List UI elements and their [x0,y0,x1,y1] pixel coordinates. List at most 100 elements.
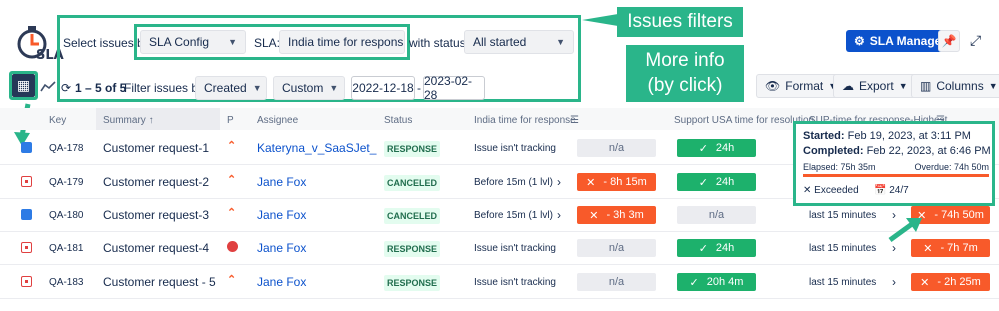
trend-icon[interactable] [40,80,56,92]
col-key[interactable]: Key [49,115,66,126]
columns-button[interactable]: ▥ Columns ▼ [911,74,999,98]
cloud-icon: ☁ [842,79,854,93]
elapsed-text: Elapsed: 75h 35m [803,162,876,172]
col-assignee[interactable]: Assignee [257,115,298,126]
usa-resolution-chip[interactable]: n/a [677,206,756,224]
refresh-icon[interactable]: ⟳ [61,81,71,95]
filter-by-select[interactable]: Created ▼ [195,76,267,100]
sla-label: SLA: [254,36,281,50]
check-icon: ✓ [698,176,708,189]
issue-key[interactable]: QA-181 [49,243,83,254]
with-status-label: with status: [409,36,470,50]
col-status[interactable]: Status [384,115,412,126]
sla-logo: SLA [14,22,64,64]
export-button[interactable]: ☁ Export ▼ [833,74,917,98]
close-icon: ✕ [920,276,930,289]
checkbox-checked[interactable] [21,142,32,153]
started-label: Started: [803,130,845,142]
usa-resolution-chip[interactable]: ✓ 24h [677,139,756,157]
india-response-chip[interactable]: n/a [577,139,656,157]
pin-icon: 📌 [941,34,957,48]
checkbox-checked[interactable] [21,209,32,220]
india-response-text: Issue isn't tracking [474,243,556,254]
close-icon: ✕ [803,185,812,196]
assignee-link[interactable]: Kateryna_v_SaaSJet_ [257,141,376,155]
assignee-link[interactable]: Jane Fox [257,275,306,289]
date-separator: - [417,81,421,95]
callout-pointer [582,14,618,26]
assignee-link[interactable]: Jane Fox [257,175,306,189]
col-india-response[interactable]: India time for response [474,115,576,126]
status-badge: RESPONSE [384,241,441,257]
more-info-callout: More info (by click) [626,45,744,102]
close-icon: ✕ [586,176,596,189]
table-row[interactable]: QA-181 Customer request-4 Jane Fox RESPONSE… [0,231,999,265]
issue-key[interactable]: QA-183 [49,277,83,288]
check-icon: ✓ [698,242,708,255]
completed-label: Completed: [803,145,864,157]
blocker-priority-icon [227,241,238,252]
calendar-icon: 📅 [874,185,887,196]
usa-resolution-chip[interactable]: ✓ 20h 4m [677,273,756,291]
status-badge: RESPONSE [384,141,441,157]
india-response-text: Issue isn't tracking [474,143,556,154]
issue-key[interactable]: QA-178 [49,143,83,154]
sup-response-text: last 15 minutes [809,210,877,221]
progress-bar [803,174,989,177]
sup-response-text: last 15 minutes [809,277,877,288]
issue-key[interactable]: QA-180 [49,210,83,221]
issue-type-icon[interactable] [21,276,32,287]
table-row[interactable]: QA-183 Customer request - 5 ⌃ Jane Fox RESPO… [0,265,999,299]
chevron-down-icon: ▼ [329,83,339,93]
india-response-chip[interactable]: n/a [577,239,656,257]
more-info-popup: Started: Feb 19, 2023, at 3:11 PM Comple… [793,121,995,206]
chevron-right-icon[interactable]: › [557,175,561,189]
close-icon: ✕ [589,209,599,222]
sup-response-text: last 15 minutes [809,243,877,254]
started-value: Feb 19, 2023, at 3:11 PM [847,130,971,142]
col-summary[interactable]: Summary ↑ [103,115,154,126]
chevron-right-icon[interactable]: › [892,275,896,289]
date-to-input[interactable]: 2023-02-28 [423,74,485,102]
col-priority[interactable]: P [227,115,234,126]
filter-icon[interactable]: ☰ [570,115,579,126]
status-badge: RESPONSE [384,275,441,291]
calendar-badge: 📅 24/7 [874,185,909,196]
issue-summary[interactable]: Customer request-3 [103,208,209,222]
issue-summary[interactable]: Customer request-2 [103,175,209,189]
india-response-chip[interactable]: ✕ - 8h 15m [577,173,656,191]
usa-resolution-chip[interactable]: ✓ 24h [677,173,756,191]
status-badge: CANCELED [384,208,441,224]
usa-resolution-chip[interactable]: ✓ 24h [677,239,756,257]
period-select[interactable]: Custom ▼ [273,76,345,100]
india-response-text: Before 15m (1 lvl) [474,177,553,188]
issue-summary[interactable]: Customer request - 5 [103,275,216,289]
date-from-input[interactable]: 2022-12-18 [351,76,415,100]
issue-type-icon[interactable] [21,176,32,187]
results-range: 1 – 5 of 5 [75,81,127,95]
india-response-chip[interactable]: ✕ - 3h 3m [577,206,656,224]
exceeded-badge: ✕ Exceeded [803,185,859,196]
issue-key[interactable]: QA-179 [49,177,83,188]
india-response-text: Issue isn't tracking [474,277,556,288]
india-response-chip[interactable]: n/a [577,273,656,291]
status-badge: CANCELED [384,175,441,191]
collapse-icon[interactable]: ⤢ [970,32,992,50]
assignee-link[interactable]: Jane Fox [257,241,306,255]
sla-config-select[interactable]: SLA Config ▼ [140,30,246,54]
issue-summary[interactable]: Customer request-4 [103,241,209,255]
sup-response-chip[interactable]: ✕ - 2h 25m [911,273,990,291]
issue-type-icon[interactable] [21,242,32,253]
india-response-text: Before 15m (1 lvl) [474,210,553,221]
status-select[interactable]: All started ▼ [464,30,574,54]
eye-icon: 👁 [765,79,781,93]
issue-summary[interactable]: Customer request-1 [103,141,209,155]
check-icon: ✓ [698,142,708,155]
columns-icon: ▥ [920,79,932,93]
sla-select[interactable]: India time for respons...▼ [279,30,405,54]
chevron-right-icon[interactable]: › [557,208,561,222]
assignee-link[interactable]: Jane Fox [257,208,306,222]
grid-view-button[interactable]: ▦ [12,74,35,97]
pointer-arrow-icon [888,218,922,243]
pin-button[interactable]: 📌 [938,30,960,52]
